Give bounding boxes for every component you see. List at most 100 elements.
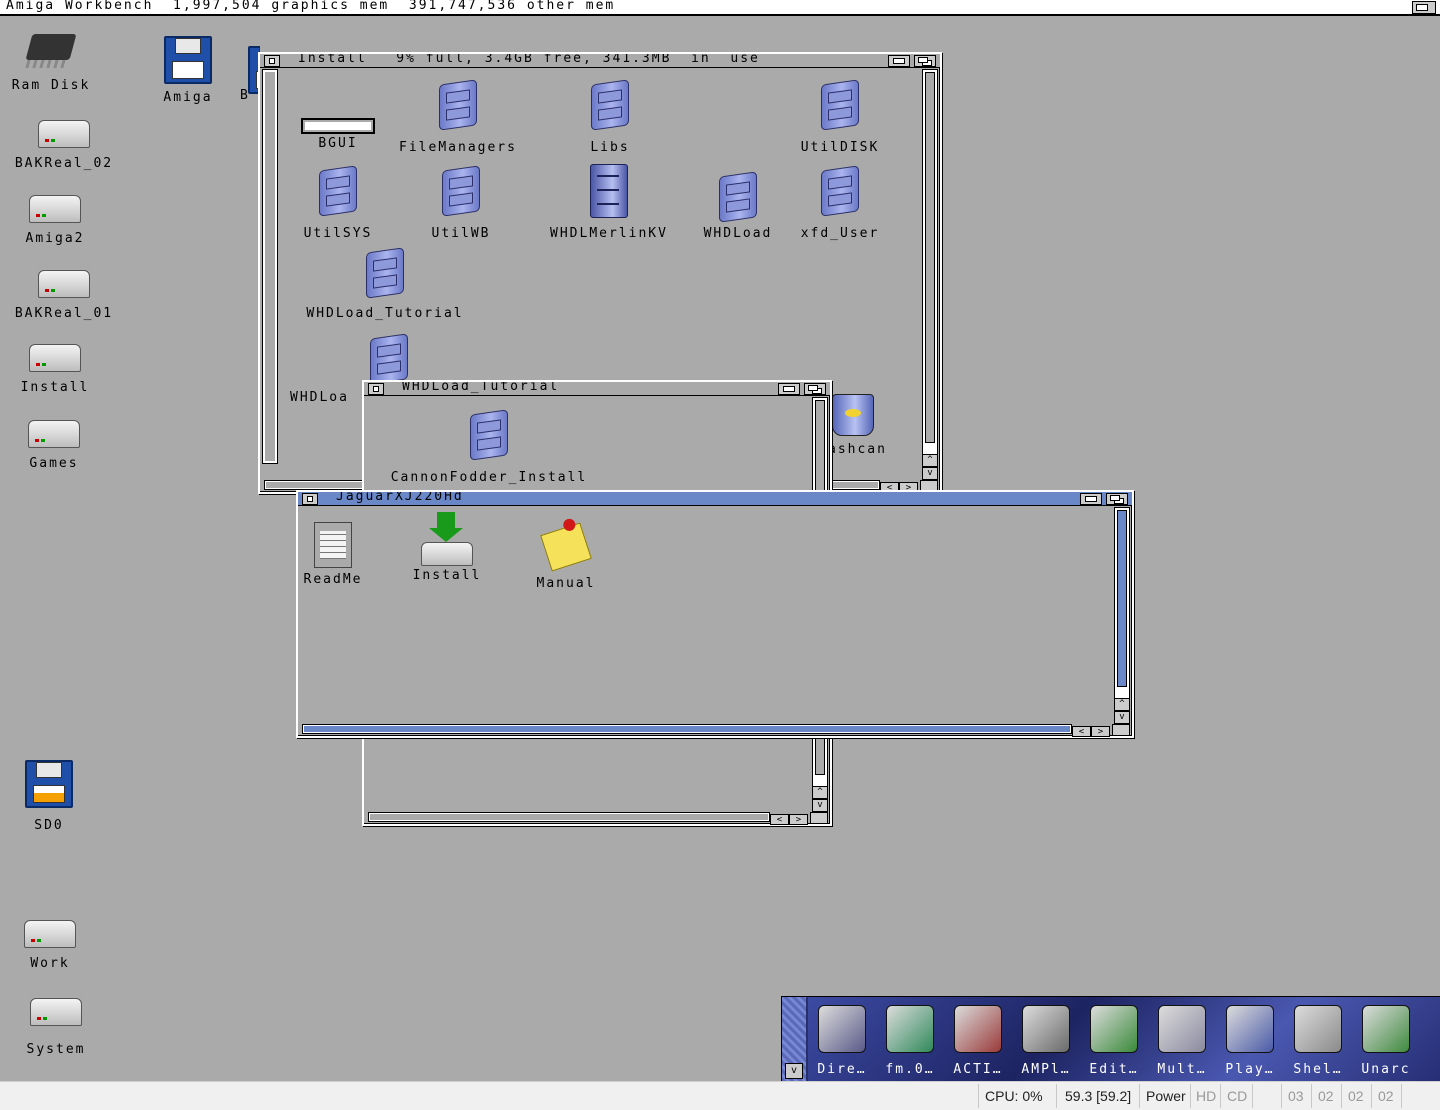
drive-indicator-df0: 03	[1288, 1088, 1304, 1104]
cd-indicator: CD	[1227, 1088, 1248, 1104]
vertical-scroll-arrows[interactable]: ^ v	[922, 454, 938, 480]
horizontal-scrollbar[interactable]	[302, 724, 1072, 734]
dock-item-unarc[interactable]: Unarc	[1352, 997, 1420, 1081]
depth-gadget[interactable]	[914, 55, 936, 67]
desktop-icon-work[interactable]: Work	[10, 920, 90, 971]
screen-depth-gadget[interactable]	[1412, 1, 1436, 14]
desktop-icon-ram-disk[interactable]: Ram Disk	[4, 30, 98, 93]
file-readme[interactable]: ReadMe	[298, 522, 368, 587]
archive-box-icon	[1362, 1005, 1410, 1053]
dock-item-play[interactable]: Play…	[1216, 997, 1284, 1081]
scroll-up-arrow[interactable]: ^	[812, 786, 828, 799]
power-indicator: Power	[1146, 1088, 1186, 1104]
hard-drive-icon	[28, 420, 80, 448]
drawer-icon	[439, 79, 477, 131]
hard-drive-icon	[38, 270, 90, 298]
dock-item-fm[interactable]: fm.0…	[876, 997, 944, 1081]
scroll-left-arrow[interactable]: <	[770, 814, 789, 825]
tutorial-window-title-bar[interactable]: WHDLoad_Tutorial	[364, 382, 830, 396]
dock-menu-arrow-icon[interactable]: v	[785, 1063, 803, 1079]
scroll-down-arrow[interactable]: v	[922, 467, 938, 480]
drawer-whdload-tutorial[interactable]: WHDLoad_Tutorial	[290, 247, 480, 321]
size-gadget[interactable]	[810, 812, 828, 824]
scroll-down-arrow[interactable]: v	[812, 799, 828, 812]
notepad-pencil-icon	[1090, 1005, 1138, 1053]
shell-window-icon	[1294, 1005, 1342, 1053]
dock-item-shel[interactable]: Shel…	[1284, 997, 1352, 1081]
player-icon	[1226, 1005, 1274, 1053]
depth-gadget[interactable]	[804, 383, 826, 395]
drawer-icon	[319, 165, 357, 217]
drawer-utilsys[interactable]: UtilSYS	[290, 165, 386, 241]
scroll-right-arrow[interactable]: >	[1091, 726, 1110, 737]
drawer-whdload[interactable]: WHDLoad	[690, 171, 786, 241]
drawer-cannonfodder-install[interactable]: CannonFodder_Install	[374, 409, 604, 485]
close-gadget[interactable]	[264, 55, 280, 67]
horizontal-scroll-arrows[interactable]: < >	[770, 814, 808, 825]
scroll-up-arrow[interactable]: ^	[1114, 698, 1130, 711]
note-pin-icon	[540, 522, 592, 572]
desktop-icon-bakreal-01[interactable]: BAKReal_01	[4, 270, 124, 321]
drawer-whdlmerlinkv[interactable]: WHDLMerlinKV	[536, 164, 682, 241]
drawer-bgui[interactable]: BGUI	[290, 118, 386, 151]
left-scroller[interactable]	[262, 69, 278, 464]
desktop-icon-bakreal-02[interactable]: BAKReal_02	[4, 120, 124, 171]
dock-item-ampl[interactable]: AMPl…	[1012, 997, 1080, 1081]
trashcan-icon	[832, 394, 874, 436]
vertical-scroll-arrows[interactable]: ^ v	[1114, 698, 1130, 724]
drawer-libs[interactable]: Libs	[570, 79, 650, 155]
desktop-icon-sd0[interactable]: SD0	[14, 760, 84, 833]
vertical-scroll-arrows[interactable]: ^ v	[812, 786, 828, 812]
desktop-icon-system[interactable]: System	[10, 998, 102, 1057]
drawer-icon	[442, 165, 480, 217]
zoom-gadget[interactable]	[888, 55, 910, 67]
scroll-right-arrow[interactable]: >	[789, 814, 808, 825]
drawer-utilwb[interactable]: UtilWB	[416, 165, 506, 241]
horizontal-scroll-arrows[interactable]: < >	[1072, 726, 1110, 737]
horizontal-scrollbar[interactable]	[368, 812, 770, 822]
trashcan-icon-item[interactable]: ashcan	[828, 394, 898, 457]
jaguar-window-title-bar[interactable]: JaguarXJ220Hd	[298, 492, 1132, 506]
drawer-icon	[370, 333, 408, 385]
desktop-icon-amiga[interactable]: Amiga	[152, 36, 224, 105]
desktop-icon-games[interactable]: Games	[14, 420, 94, 471]
vertical-scrollbar[interactable]	[1114, 507, 1130, 708]
drawer-utildisk[interactable]: UtilDISK	[788, 79, 892, 155]
dopus-icon	[818, 1005, 866, 1053]
scroll-left-arrow[interactable]: <	[1072, 726, 1091, 737]
dock-handle[interactable]: v	[782, 997, 806, 1081]
scroll-down-arrow[interactable]: v	[1114, 711, 1130, 724]
scroll-up-arrow[interactable]: ^	[922, 454, 938, 467]
zoom-gadget[interactable]	[1080, 493, 1102, 505]
close-gadget[interactable]	[368, 383, 384, 395]
desktop-icon-install[interactable]: Install	[12, 344, 98, 395]
jaguar-window[interactable]: JaguarXJ220Hd ReadMe Install Manual ^ v …	[296, 490, 1134, 738]
depth-gadget[interactable]	[1106, 493, 1128, 505]
dock-item-dire[interactable]: Dire…	[808, 997, 876, 1081]
magnifier-icon	[1158, 1005, 1206, 1053]
hard-drive-icon	[29, 344, 81, 372]
hd-indicator: HD	[1196, 1088, 1217, 1104]
ram-chip-icon	[25, 34, 77, 60]
file-manager-icon	[886, 1005, 934, 1053]
zoom-gadget[interactable]	[778, 383, 800, 395]
desktop-icon-amiga2[interactable]: Amiga2	[14, 195, 96, 246]
drawer-filemanagers[interactable]: FileManagers	[388, 79, 528, 155]
screen-title-bar[interactable]: Amiga Workbench 1,997,504 graphics mem 3…	[0, 0, 1440, 16]
app-dock[interactable]: v Dire… fm.0… ACTI… AMPl… Edit… Mult… Pl…	[781, 996, 1440, 1082]
speaker-icon	[1022, 1005, 1070, 1053]
close-gadget[interactable]	[302, 493, 318, 505]
dock-item-edit[interactable]: Edit…	[1080, 997, 1148, 1081]
file-manual[interactable]: Manual	[526, 522, 606, 591]
file-install[interactable]: Install	[402, 512, 492, 583]
vertical-scrollbar[interactable]	[922, 69, 938, 464]
size-gadget[interactable]	[1112, 724, 1130, 736]
desktop-icon-b[interactable]: B	[240, 46, 260, 103]
file-cabinet-icon	[590, 164, 628, 218]
drawer-xfd-user[interactable]: xfd_User	[788, 165, 892, 241]
hard-drive-icon	[24, 920, 76, 948]
dock-item-acti[interactable]: ACTI…	[944, 997, 1012, 1081]
install-window-title-bar[interactable]: Install 9% full, 3.4GB free, 341.3MB in …	[260, 54, 940, 68]
dock-item-mult[interactable]: Mult…	[1148, 997, 1216, 1081]
window-title: WHDLoad_Tutorial	[402, 382, 560, 394]
